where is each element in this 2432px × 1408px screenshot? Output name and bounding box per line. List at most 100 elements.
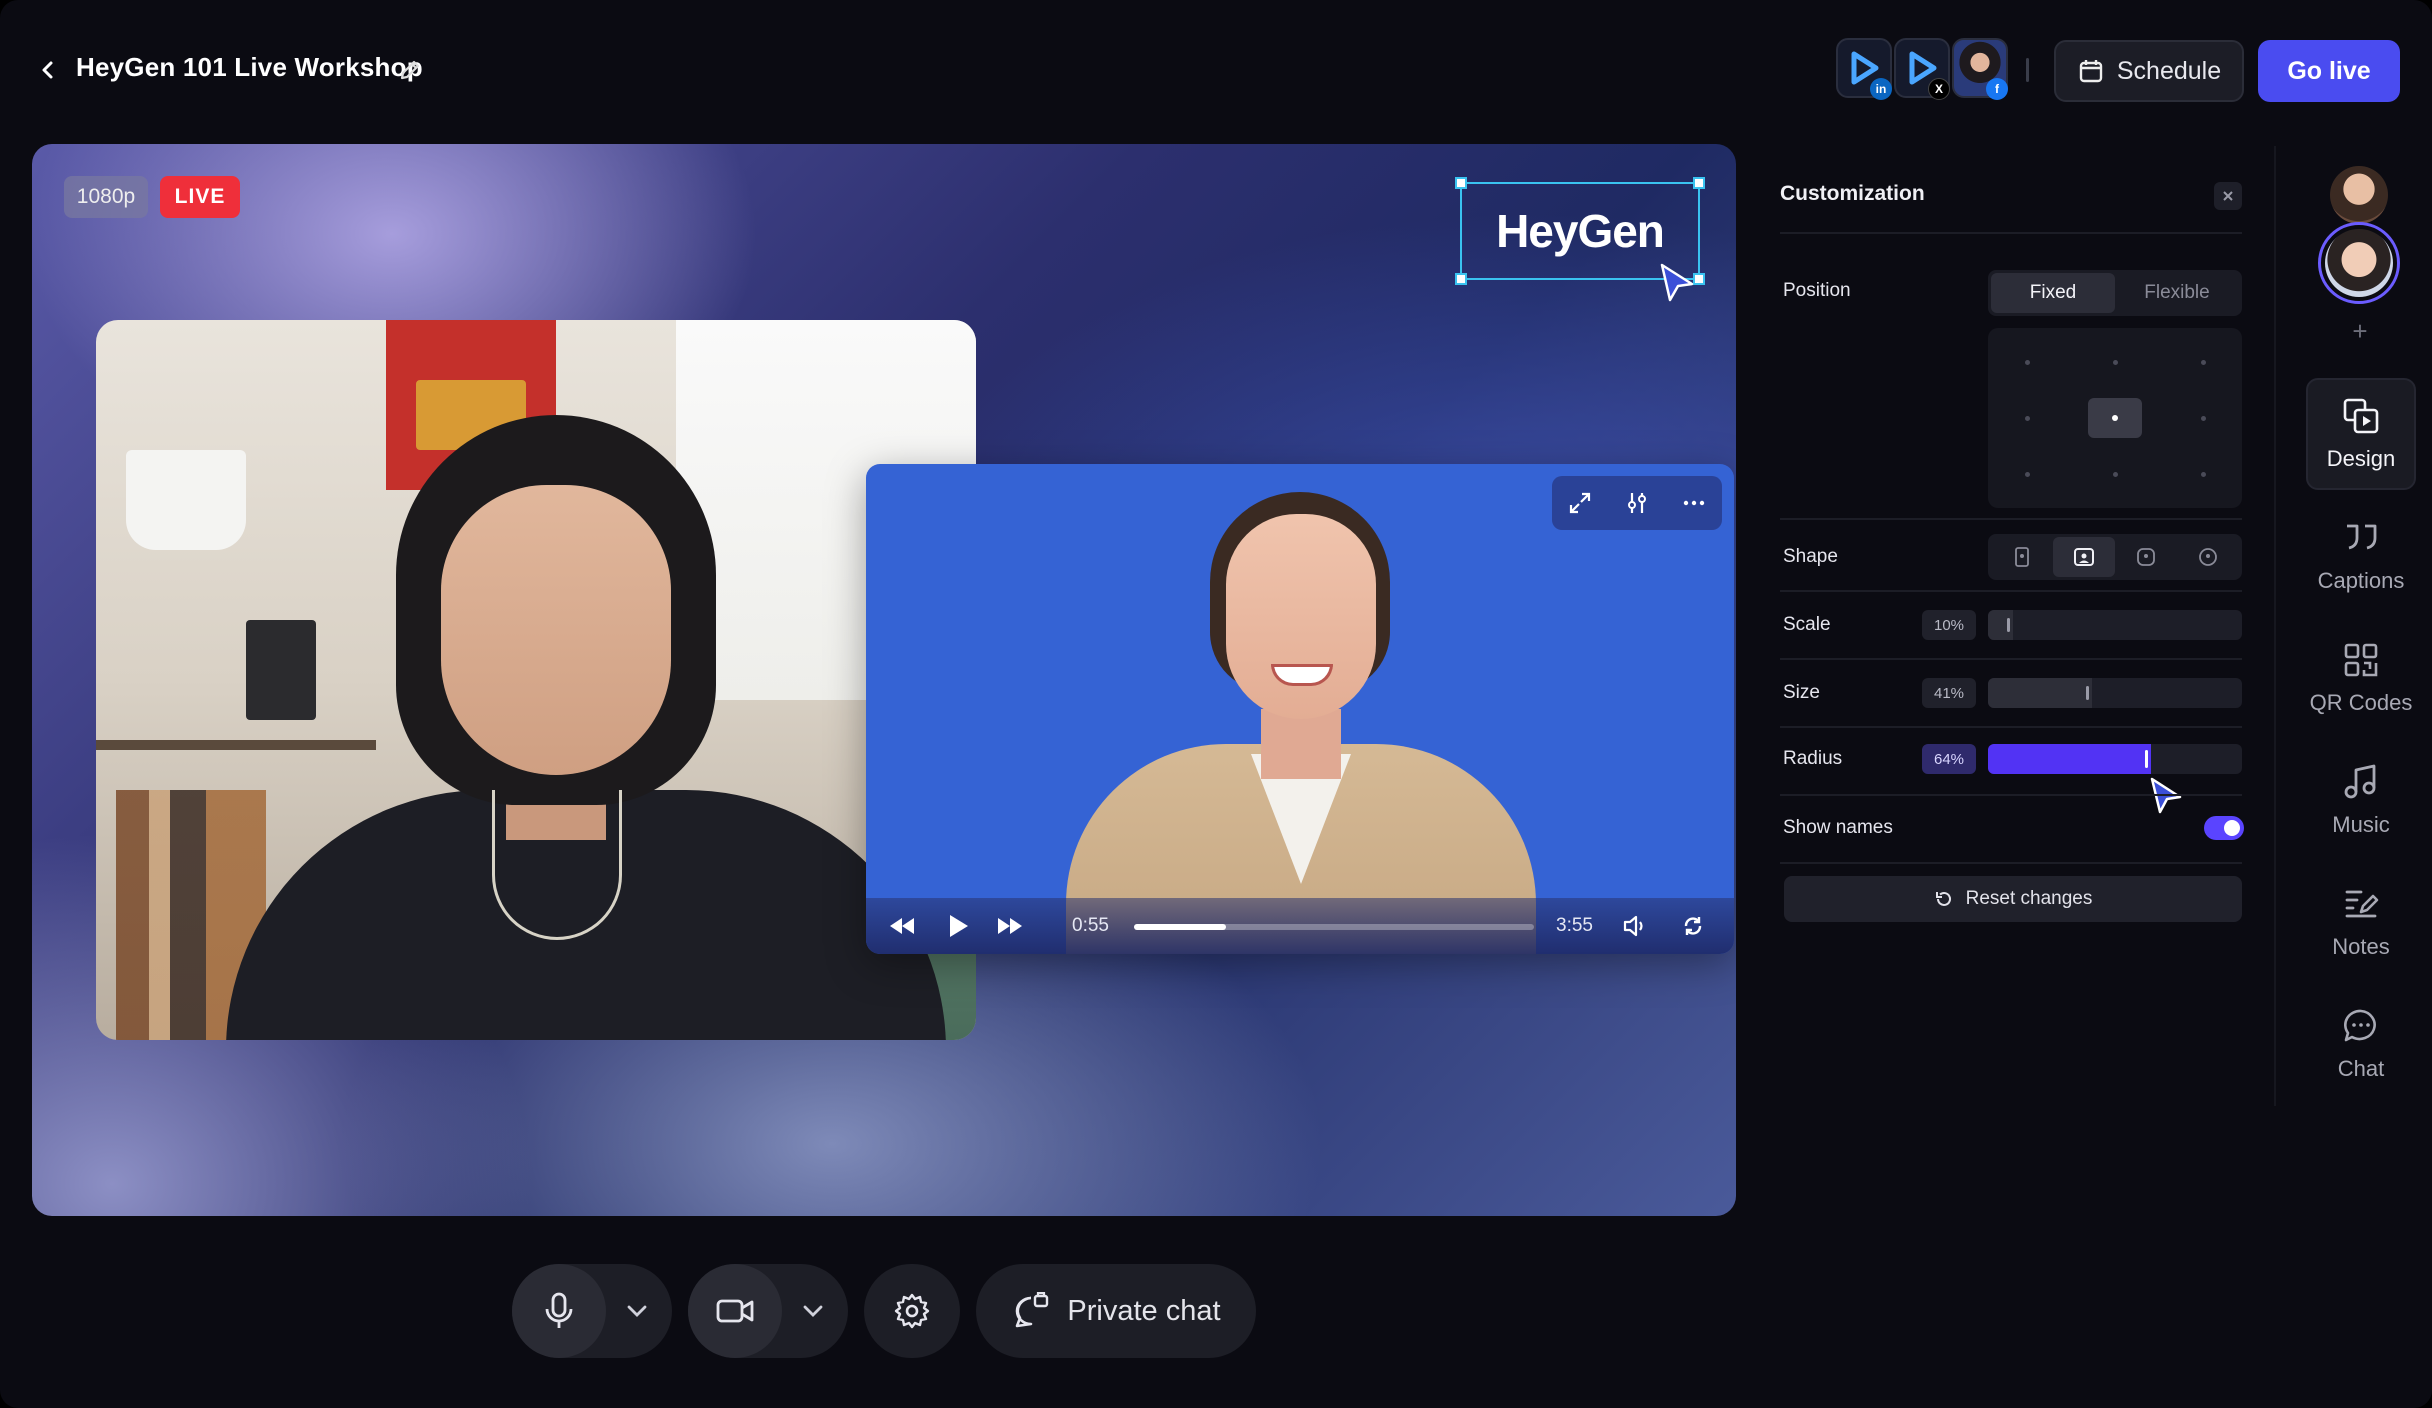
scale-slider-thumb[interactable] (2007, 618, 2010, 632)
position-center-selected[interactable] (2088, 398, 2142, 438)
rail-item-captions[interactable]: Captions (2306, 500, 2416, 612)
adjust-sliders-icon[interactable] (1624, 490, 1650, 516)
participant-avatar-selected[interactable] (2318, 222, 2400, 304)
chevron-down-icon (803, 1305, 823, 1317)
mouse-cursor-icon (2150, 777, 2182, 814)
more-options-icon[interactable] (1681, 490, 1707, 516)
scale-value: 10% (1922, 610, 1976, 640)
scale-slider[interactable] (1988, 610, 2242, 640)
edit-pencil-icon[interactable] (396, 56, 424, 84)
position-grid[interactable] (1988, 328, 2242, 508)
rail-item-label: Notes (2332, 934, 2390, 959)
lamp (126, 450, 246, 550)
camera-button[interactable] (688, 1264, 782, 1358)
rail-item-label: Captions (2317, 568, 2405, 593)
rail-item-chat[interactable]: Chat (2306, 988, 2416, 1100)
position-dot[interactable] (2113, 360, 2118, 365)
shape-portrait-option[interactable] (1991, 537, 2053, 577)
avatar-video-player[interactable]: 0:55 3:55 (866, 464, 1734, 954)
duration: 3:55 (1556, 915, 1593, 936)
microphone-control (512, 1264, 672, 1358)
facebook-badge: f (1986, 78, 2008, 100)
shape-circle-option[interactable] (2177, 537, 2239, 577)
design-icon (2343, 398, 2379, 434)
rail-item-qr-codes[interactable]: QR Codes (2306, 622, 2416, 734)
live-badge: LIVE (160, 176, 240, 218)
radius-label: Radius (1783, 748, 1843, 769)
back-chevron-icon[interactable] (34, 56, 62, 84)
playback-bar: 0:55 3:55 (866, 898, 1734, 954)
expand-icon[interactable] (1567, 490, 1593, 516)
radius-slider[interactable] (1988, 744, 2242, 774)
participant-avatar[interactable] (2330, 166, 2388, 224)
avatar-face (1226, 514, 1376, 719)
go-live-button[interactable]: Go live (2258, 40, 2400, 102)
divider (1780, 232, 2242, 234)
destination-linkedin[interactable]: in (1836, 38, 1892, 100)
rail-item-music[interactable]: Music (2306, 744, 2416, 856)
settings-button[interactable] (864, 1264, 960, 1358)
reset-changes-button[interactable]: Reset changes (1784, 876, 2242, 922)
position-dot[interactable] (2113, 472, 2118, 477)
rail-item-design[interactable]: Design (2306, 378, 2416, 490)
add-participant-plus-icon[interactable]: + (2348, 316, 2372, 347)
portrait-shape-icon (2015, 547, 2029, 567)
radius-slider-thumb[interactable] (2145, 750, 2148, 768)
video-camera-icon (716, 1299, 754, 1323)
size-slider-thumb[interactable] (2086, 686, 2089, 700)
rail-divider (2274, 146, 2276, 1106)
shape-square-option[interactable] (2115, 537, 2177, 577)
radius-slider-fill (1988, 744, 2151, 774)
camera-control (688, 1264, 848, 1358)
rewind-icon[interactable] (888, 914, 916, 938)
panel-close-button[interactable] (2214, 182, 2242, 210)
fast-forward-icon[interactable] (996, 914, 1024, 938)
show-names-label: Show names (1783, 817, 1893, 838)
current-time: 0:55 (1072, 915, 1109, 936)
position-dot[interactable] (2201, 472, 2206, 477)
presenter-face (441, 485, 671, 775)
position-flexible-option[interactable]: Flexible (2115, 273, 2239, 313)
divider (1780, 794, 2242, 796)
customization-panel: Customization Position Fixed Flexible Sh… (1758, 144, 2258, 1244)
position-dot[interactable] (2201, 416, 2206, 421)
volume-icon[interactable] (1622, 913, 1650, 939)
avatar-neck (1261, 709, 1341, 779)
playback-progress-track[interactable] (1134, 924, 1534, 930)
qr-code-icon (2344, 643, 2378, 677)
chevron-down-icon (627, 1305, 647, 1317)
live-stage[interactable]: 1080p LIVE HeyGen 0:55 3:55 (32, 144, 1736, 1216)
rail-item-label: QR Codes (2309, 690, 2413, 715)
resize-handle[interactable] (1455, 273, 1467, 285)
show-names-toggle[interactable] (2204, 816, 2244, 840)
streaming-destinations[interactable]: in X f (1836, 38, 2008, 100)
position-dot[interactable] (2025, 360, 2030, 365)
play-icon[interactable] (946, 912, 970, 940)
shape-landscape-option[interactable] (2053, 537, 2115, 577)
resize-handle[interactable] (1455, 177, 1467, 189)
playback-progress-fill (1134, 924, 1226, 930)
microphone-options-chevron[interactable] (606, 1303, 668, 1319)
private-chat-button[interactable]: Private chat (976, 1264, 1256, 1358)
schedule-button[interactable]: Schedule (2054, 40, 2244, 102)
private-chat-label: Private chat (1067, 1294, 1221, 1327)
loop-icon[interactable] (1680, 913, 1706, 939)
resize-handle[interactable] (1693, 177, 1705, 189)
destination-x[interactable]: X (1894, 38, 1950, 100)
position-fixed-option[interactable]: Fixed (1991, 273, 2115, 313)
size-slider[interactable] (1988, 678, 2242, 708)
camera-options-chevron[interactable] (782, 1303, 844, 1319)
shape-label: Shape (1783, 546, 1838, 567)
position-dot[interactable] (2025, 416, 2030, 421)
camera-feed-presenter[interactable] (96, 320, 976, 1040)
position-dot[interactable] (2201, 360, 2206, 365)
destination-facebook[interactable]: f (1952, 38, 2008, 100)
rail-item-notes[interactable]: Notes (2306, 866, 2416, 978)
panel-title: Customization (1780, 182, 1925, 205)
microphone-icon (545, 1292, 573, 1328)
reset-changes-label: Reset changes (1965, 888, 2093, 909)
position-dot[interactable] (2025, 472, 2030, 477)
microphone-button[interactable] (512, 1264, 606, 1358)
size-value: 41% (1922, 678, 1976, 708)
divider (1780, 726, 2242, 728)
